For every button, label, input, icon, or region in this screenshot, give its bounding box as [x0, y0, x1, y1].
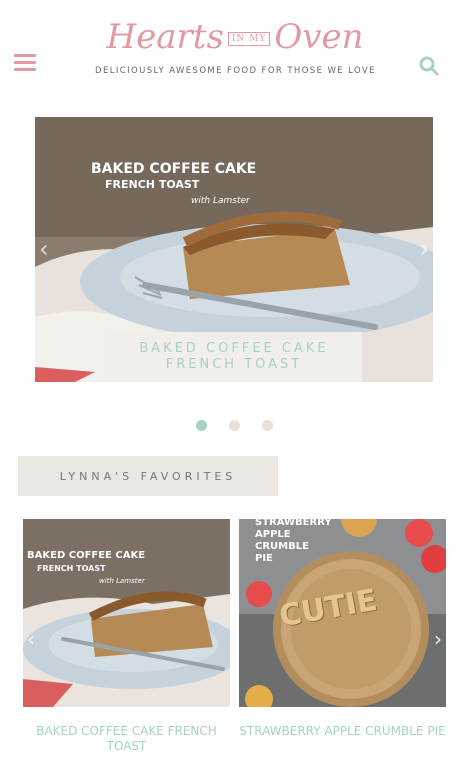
- chevron-right-icon[interactable]: ›: [419, 235, 429, 263]
- logo-wordmark: Hearts IN MY Oven: [95, 14, 375, 62]
- hero-overlay-line2: FRENCH TOAST: [105, 178, 200, 191]
- search-icon[interactable]: [418, 55, 440, 77]
- hero-overlay-line1: BAKED COFFEE CAKE: [91, 161, 257, 177]
- card-image-crumble-pie[interactable]: CUTIE STRAWBERRY APPLE CRUMBLE PIE ›: [239, 519, 446, 707]
- favorites-heading: LYNNA'S FAVORITES: [18, 456, 278, 496]
- hamburger-menu-icon[interactable]: [14, 54, 36, 72]
- card-title[interactable]: BAKED COFFEE CAKE FRENCH TOAST: [23, 724, 230, 754]
- site-header: Hearts IN MY Oven DELICIOUSLY AWESOME FOOD…: [0, 0, 468, 100]
- site-logo[interactable]: Hearts IN MY Oven DELICIOUSLY AWESOME FOOD…: [95, 14, 375, 80]
- chevron-left-icon[interactable]: ‹: [27, 627, 35, 651]
- card-overlay-text: BAKED COFFEE CAKE FRENCH TOAST with Lams…: [27, 549, 145, 588]
- hero-overlay-sub: with Lamster: [191, 196, 250, 206]
- slider-pagination: [0, 416, 468, 435]
- card-overlay-sub: with Lamster: [99, 577, 145, 585]
- logo-word-in-my: IN MY: [227, 32, 271, 46]
- hero-slider[interactable]: BAKED COFFEE CAKE FRENCH TOAST with Lams…: [35, 117, 433, 382]
- hero-caption[interactable]: BAKED COFFEE CAKE FRENCH TOAST: [106, 332, 362, 382]
- logo-word-hearts: Hearts: [106, 17, 224, 57]
- hero-caption-line1: BAKED COFFEE CAKE: [139, 341, 329, 356]
- chevron-left-icon[interactable]: ‹: [39, 235, 49, 263]
- card-overlay-line1: STRAWBERRY: [255, 519, 332, 528]
- hero-overlay-text: BAKED COFFEE CAKE FRENCH TOAST with Lams…: [91, 161, 256, 209]
- chevron-right-icon[interactable]: ›: [434, 627, 442, 651]
- favorite-card-1[interactable]: BAKED COFFEE CAKE FRENCH TOAST with Lams…: [23, 519, 230, 754]
- favorite-card-2[interactable]: CUTIE STRAWBERRY APPLE CRUMBLE PIE › STR…: [239, 519, 446, 739]
- card-overlay-text: STRAWBERRY APPLE CRUMBLE PIE: [255, 519, 332, 565]
- card-image-coffee-cake[interactable]: BAKED COFFEE CAKE FRENCH TOAST with Lams…: [23, 519, 230, 707]
- slider-dot-1[interactable]: [195, 420, 207, 431]
- hero-caption-line2: FRENCH TOAST: [165, 357, 303, 372]
- card-overlay-line4: PIE: [255, 553, 273, 564]
- card-overlay-line1: BAKED COFFEE CAKE: [27, 550, 146, 561]
- card-overlay-line2: APPLE: [255, 529, 291, 540]
- card-overlay-line2: FRENCH TOAST: [37, 564, 106, 573]
- slider-dot-3[interactable]: [261, 420, 273, 431]
- card-overlay-line3: CRUMBLE: [255, 541, 309, 552]
- logo-word-oven: Oven: [274, 17, 364, 57]
- logo-tagline: DELICIOUSLY AWESOME FOOD FOR THOSE WE LO…: [95, 66, 376, 76]
- card-title[interactable]: STRAWBERRY APPLE CRUMBLE PIE: [239, 724, 446, 739]
- slider-dot-2[interactable]: [228, 420, 240, 431]
